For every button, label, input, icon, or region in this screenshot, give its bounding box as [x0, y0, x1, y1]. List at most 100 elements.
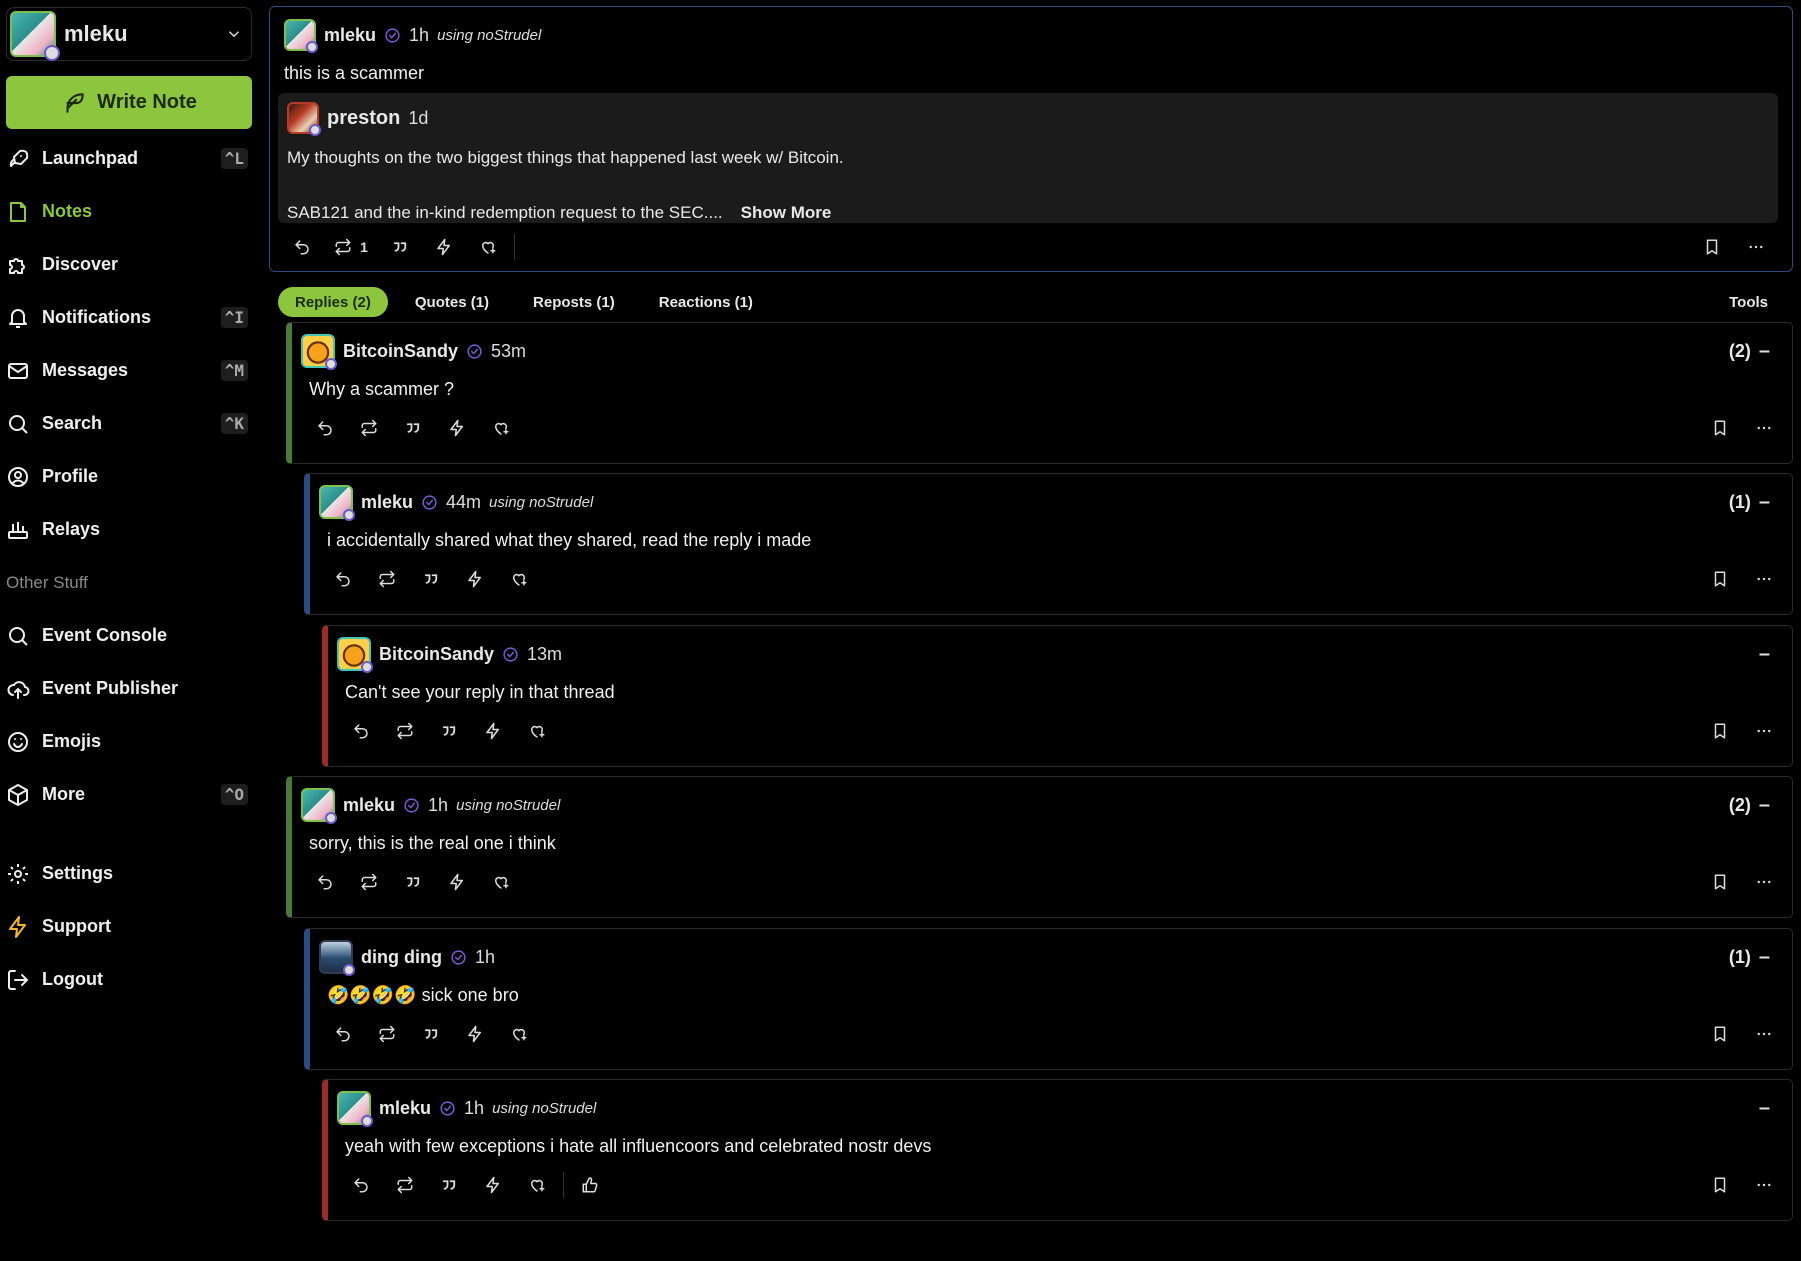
quote-button[interactable] — [409, 1018, 453, 1050]
zap-button[interactable] — [471, 1169, 515, 1201]
bookmark-button[interactable] — [1698, 1018, 1742, 1050]
collapse-control[interactable]: (1) – — [1729, 491, 1770, 514]
nav-relays[interactable]: Relays — [6, 503, 252, 556]
bookmark-button[interactable] — [1698, 563, 1742, 595]
collapse-control[interactable]: (2) – — [1729, 794, 1770, 817]
author-name[interactable]: mleku — [343, 795, 395, 816]
write-note-button[interactable]: Write Note — [6, 76, 252, 129]
reply-button[interactable] — [303, 866, 347, 898]
react-button[interactable] — [497, 1018, 541, 1050]
repost-button[interactable] — [383, 1169, 427, 1201]
nav-search[interactable]: Search ^K — [6, 397, 252, 450]
show-more-button[interactable]: Show More — [741, 203, 832, 223]
author-name[interactable]: preston — [327, 107, 400, 130]
nav-event-publisher[interactable]: Event Publisher — [6, 662, 252, 715]
nav-support[interactable]: Support — [6, 900, 252, 953]
timestamp[interactable]: 44m — [446, 492, 481, 513]
tools-button[interactable]: Tools — [1729, 294, 1768, 311]
reply-button[interactable] — [339, 1169, 383, 1201]
embedded-note[interactable]: preston 1d My thoughts on the two bigges… — [278, 93, 1778, 223]
bookmark-button[interactable] — [1690, 231, 1734, 263]
like-button[interactable] — [568, 1169, 612, 1201]
react-button[interactable] — [479, 412, 523, 444]
nav-notifications[interactable]: Notifications ^I — [6, 291, 252, 344]
timestamp[interactable]: 1d — [408, 108, 428, 129]
author-name[interactable]: ding ding — [361, 947, 442, 968]
more-options-button[interactable] — [1734, 231, 1778, 263]
repost-button[interactable] — [365, 563, 409, 595]
tab-reposts[interactable]: Reposts (1) — [516, 287, 632, 317]
zap-button[interactable] — [422, 231, 466, 263]
nav-messages[interactable]: Messages ^M — [6, 344, 252, 397]
collapse-control[interactable]: (1) – — [1729, 946, 1770, 969]
bookmark-button[interactable] — [1698, 715, 1742, 747]
avatar[interactable] — [319, 485, 355, 521]
quote-button[interactable] — [427, 1169, 471, 1201]
react-button[interactable] — [466, 231, 510, 263]
repost-button[interactable] — [347, 866, 391, 898]
nav-more[interactable]: More ^O — [6, 768, 252, 821]
account-switcher[interactable]: mleku — [6, 7, 252, 61]
quote-button[interactable] — [391, 412, 435, 444]
more-options-button[interactable] — [1742, 715, 1786, 747]
nav-notes[interactable]: Notes — [6, 185, 252, 238]
timestamp[interactable]: 1h — [409, 25, 429, 46]
react-button[interactable] — [497, 563, 541, 595]
tab-replies[interactable]: Replies (2) — [278, 287, 388, 317]
reply-button[interactable] — [280, 231, 324, 263]
timestamp[interactable]: 53m — [491, 341, 526, 362]
more-options-button[interactable] — [1742, 866, 1786, 898]
repost-button[interactable] — [365, 1018, 409, 1050]
timestamp[interactable]: 13m — [527, 644, 562, 665]
avatar[interactable] — [287, 102, 321, 136]
reply-button[interactable] — [321, 1018, 365, 1050]
reply-button[interactable] — [339, 715, 383, 747]
nav-profile[interactable]: Profile — [6, 450, 252, 503]
avatar[interactable] — [301, 788, 337, 824]
bookmark-button[interactable] — [1698, 1169, 1742, 1201]
author-name[interactable]: mleku — [324, 25, 376, 46]
author-name[interactable]: BitcoinSandy — [343, 341, 458, 362]
react-button[interactable] — [515, 715, 559, 747]
zap-button[interactable] — [471, 715, 515, 747]
author-name[interactable]: BitcoinSandy — [379, 644, 494, 665]
reply-note[interactable]: mleku 1h using noStrudel – yeah with few… — [322, 1079, 1793, 1221]
avatar[interactable] — [301, 334, 337, 370]
react-button[interactable] — [515, 1169, 559, 1201]
nav-settings[interactable]: Settings — [6, 847, 252, 900]
bookmark-button[interactable] — [1698, 412, 1742, 444]
reply-note[interactable]: mleku 1h using noStrudel (2) – sorry, thi… — [286, 776, 1793, 918]
nav-event-console[interactable]: Event Console — [6, 609, 252, 662]
more-options-button[interactable] — [1742, 1018, 1786, 1050]
timestamp[interactable]: 1h — [475, 947, 495, 968]
zap-button[interactable] — [453, 1018, 497, 1050]
reply-note[interactable]: BitcoinSandy 13m – Can't see your reply … — [322, 625, 1793, 767]
zap-button[interactable] — [435, 866, 479, 898]
repost-button[interactable] — [347, 412, 391, 444]
collapse-control[interactable]: – — [1751, 1097, 1770, 1120]
quote-button[interactable] — [391, 866, 435, 898]
collapse-control[interactable]: – — [1751, 643, 1770, 666]
nav-logout[interactable]: Logout — [6, 953, 252, 1006]
more-options-button[interactable] — [1742, 412, 1786, 444]
quote-button[interactable] — [409, 563, 453, 595]
collapse-control[interactable]: (2) – — [1729, 340, 1770, 363]
react-button[interactable] — [479, 866, 523, 898]
reply-note[interactable]: mleku 44m using noStrudel (1) – i acciden… — [304, 473, 1793, 615]
zap-button[interactable] — [435, 412, 479, 444]
reply-button[interactable] — [321, 563, 365, 595]
avatar[interactable] — [337, 637, 373, 673]
avatar[interactable] — [319, 940, 355, 976]
reply-note[interactable]: ding ding 1h (1) – 🤣🤣🤣🤣 sick one bro — [304, 928, 1793, 1070]
tab-reactions[interactable]: Reactions (1) — [642, 287, 770, 317]
author-name[interactable]: mleku — [361, 492, 413, 513]
more-options-button[interactable] — [1742, 563, 1786, 595]
repost-button[interactable] — [383, 715, 427, 747]
reply-note[interactable]: BitcoinSandy 53m (2) – Why a scammer ? — [286, 322, 1793, 464]
quote-button[interactable] — [427, 715, 471, 747]
reply-button[interactable] — [303, 412, 347, 444]
author-name[interactable]: mleku — [379, 1098, 431, 1119]
avatar[interactable] — [284, 19, 318, 53]
zap-button[interactable] — [453, 563, 497, 595]
tab-quotes[interactable]: Quotes (1) — [398, 287, 506, 317]
